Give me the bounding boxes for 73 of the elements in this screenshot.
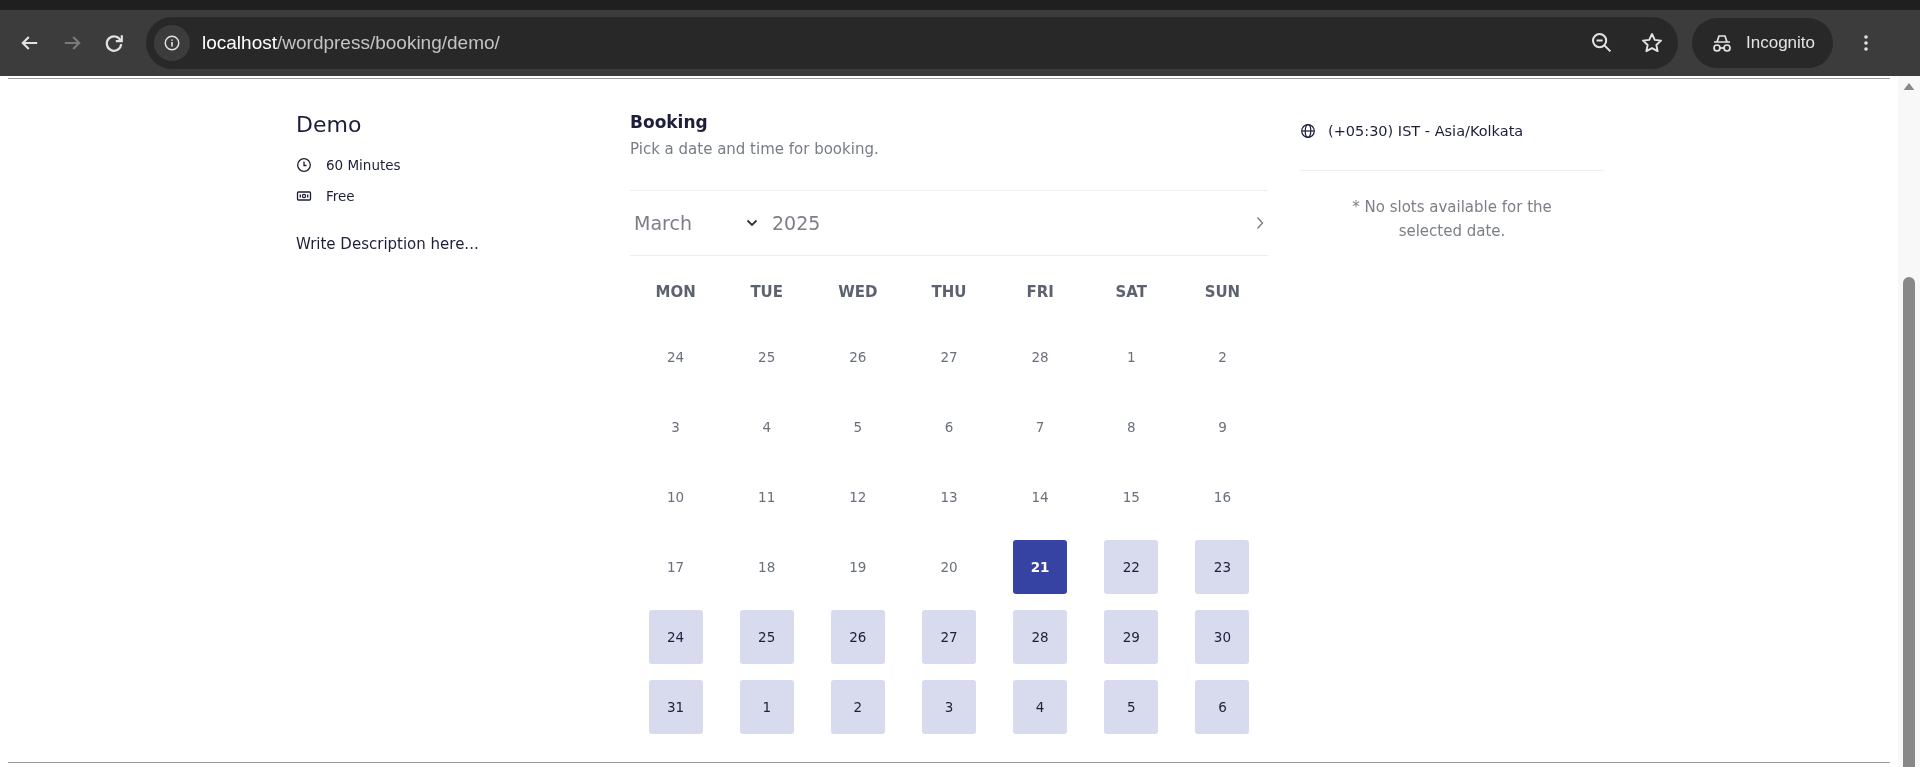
event-title: Demo bbox=[296, 112, 363, 137]
available-date[interactable]: 2 bbox=[830, 680, 885, 734]
scroll-up-arrow-icon[interactable] bbox=[1903, 82, 1915, 91]
no-slots-message: * No slots available for the selected date. bbox=[1351, 197, 1553, 242]
date-label: 20 bbox=[939, 558, 959, 577]
weekday-label: WED bbox=[838, 283, 878, 301]
available-date[interactable]: 22 bbox=[1104, 540, 1159, 594]
date-label: 7 bbox=[1034, 418, 1046, 437]
available-date[interactable]: 25 bbox=[739, 610, 794, 664]
weekday-label: SUN bbox=[1204, 283, 1241, 301]
booking-title: Booking bbox=[630, 112, 709, 132]
available-date[interactable]: 29 bbox=[1104, 610, 1159, 664]
date-label: 9 bbox=[1217, 418, 1228, 437]
available-date[interactable]: 3 bbox=[922, 680, 976, 734]
menu-icon[interactable] bbox=[1863, 33, 1869, 53]
date-label: 14 bbox=[1030, 488, 1050, 507]
date-label: 13 bbox=[939, 488, 959, 507]
clock-icon bbox=[296, 156, 312, 173]
available-date[interactable]: 30 bbox=[1195, 610, 1250, 664]
month-dropdown[interactable]: March bbox=[630, 212, 766, 234]
site-info-icon[interactable] bbox=[154, 25, 190, 61]
bookmark-star-icon[interactable] bbox=[1640, 31, 1664, 55]
available-date[interactable]: 23 bbox=[1195, 540, 1250, 594]
date-label: 15 bbox=[1121, 488, 1141, 507]
event-description: Write Description here... bbox=[296, 235, 480, 253]
scrollbar-thumb[interactable] bbox=[1903, 277, 1915, 767]
available-date[interactable]: 26 bbox=[830, 610, 885, 664]
available-date[interactable]: 6 bbox=[1195, 680, 1250, 734]
selected-date[interactable]: 21 bbox=[1013, 540, 1068, 594]
weekday-label: FRI bbox=[1026, 283, 1054, 301]
date-label: 25 bbox=[757, 348, 777, 367]
date-label: 11 bbox=[757, 488, 777, 507]
available-date[interactable]: 1 bbox=[739, 680, 794, 734]
date-label: 19 bbox=[848, 558, 868, 577]
timezone-text: (+05:30) IST - Asia/Kolkata bbox=[1328, 123, 1524, 139]
available-date[interactable]: 24 bbox=[648, 610, 703, 664]
date-label: 4 bbox=[761, 418, 772, 437]
date-label: 1 bbox=[1125, 348, 1137, 367]
date-label: 3 bbox=[670, 418, 681, 437]
available-date[interactable]: 27 bbox=[922, 610, 976, 664]
date-label: 8 bbox=[1125, 418, 1137, 437]
incognito-icon bbox=[1710, 33, 1734, 53]
weekday-label: TUE bbox=[750, 283, 784, 301]
date-label: 5 bbox=[852, 418, 864, 437]
available-date[interactable]: 4 bbox=[1013, 680, 1068, 734]
available-date[interactable]: 31 bbox=[648, 680, 703, 734]
next-month-icon[interactable] bbox=[1256, 216, 1264, 230]
weekday-label: THU bbox=[931, 283, 967, 301]
date-label: 17 bbox=[665, 558, 686, 577]
scrollbar[interactable] bbox=[1898, 76, 1920, 767]
date-label: 6 bbox=[943, 418, 955, 437]
weekday-label: MON bbox=[655, 283, 696, 301]
chevron-down-icon bbox=[746, 219, 758, 227]
date-label: 28 bbox=[1030, 348, 1050, 367]
date-label: 16 bbox=[1212, 488, 1232, 507]
date-label: 24 bbox=[665, 348, 686, 367]
address-bar[interactable]: localhost/wordpress/booking/demo/ bbox=[146, 17, 1678, 69]
date-label: 26 bbox=[848, 348, 868, 367]
price-text: Free bbox=[326, 187, 355, 204]
globe-icon bbox=[1300, 123, 1316, 139]
date-label: 2 bbox=[1217, 348, 1228, 367]
available-date[interactable]: 28 bbox=[1013, 610, 1068, 664]
date-label: 18 bbox=[757, 558, 777, 577]
zoom-icon[interactable] bbox=[1590, 31, 1614, 55]
date-label: 10 bbox=[665, 488, 686, 507]
available-date[interactable]: 5 bbox=[1104, 680, 1159, 734]
weekday-label: SAT bbox=[1115, 283, 1147, 301]
date-label: 12 bbox=[848, 488, 868, 507]
booking-subtitle: Pick a date and time for booking. bbox=[630, 140, 880, 158]
year-field[interactable]: 2025 bbox=[772, 212, 821, 234]
incognito-button[interactable]: Incognito bbox=[1692, 18, 1833, 68]
date-label: 27 bbox=[939, 348, 959, 367]
duration-text: 60 Minutes bbox=[326, 156, 401, 173]
